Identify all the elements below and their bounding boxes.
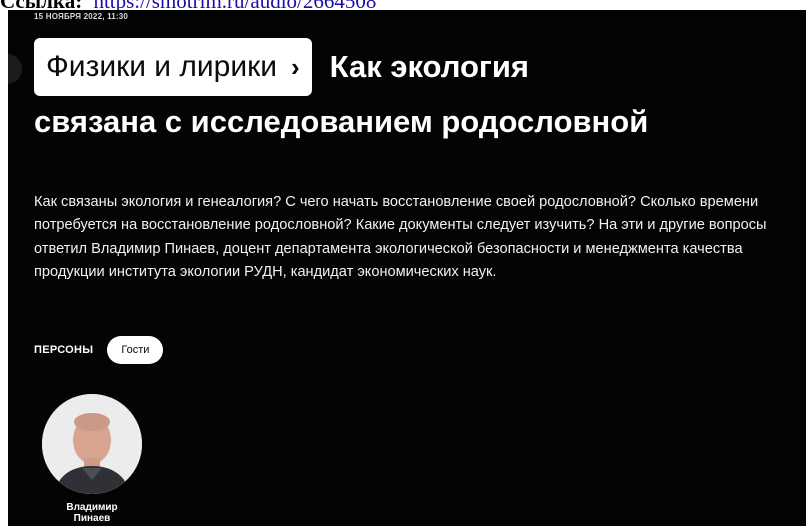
show-name: Физики и лирики — [46, 50, 277, 83]
title-first-line: Физики и лирики › Как экология — [34, 38, 804, 96]
person-avatar — [42, 394, 142, 494]
person-name-line2: Пинаев — [73, 513, 111, 524]
audio-article-panel: 15 НОЯБРЯ 2022, 11:30 Физики и лирики › … — [8, 10, 806, 526]
title-text-line2: связана с исследованием родословной — [34, 104, 649, 139]
person-card[interactable]: Владимир Пинаев — [42, 394, 142, 524]
guests-filter-button[interactable]: Гости — [107, 336, 164, 364]
page: Ссылка: https://smotrim.ru/audio/2664508… — [0, 0, 806, 526]
chevron-right-icon: › — [290, 51, 300, 82]
article-description: Как связаны экология и генеалогия? С чег… — [34, 193, 767, 281]
show-link-button[interactable]: Физики и лирики › — [34, 38, 312, 96]
article-title: Физики и лирики › Как экология связана с… — [34, 38, 804, 140]
publish-date: 15 НОЯБРЯ 2022, 11:30 — [34, 12, 129, 21]
person-name-line1: Владимир — [66, 502, 118, 513]
persons-label: ПЕРСОНЫ — [34, 344, 94, 356]
person-name: Владимир Пинаев — [42, 502, 142, 524]
carousel-arrow-button[interactable] — [8, 54, 22, 84]
title-text-line1: Как экология — [329, 49, 529, 84]
source-link-line: Ссылка: https://smotrim.ru/audio/2664508 — [0, 0, 806, 12]
persons-section: ПЕРСОНЫ Гости — [34, 336, 164, 364]
